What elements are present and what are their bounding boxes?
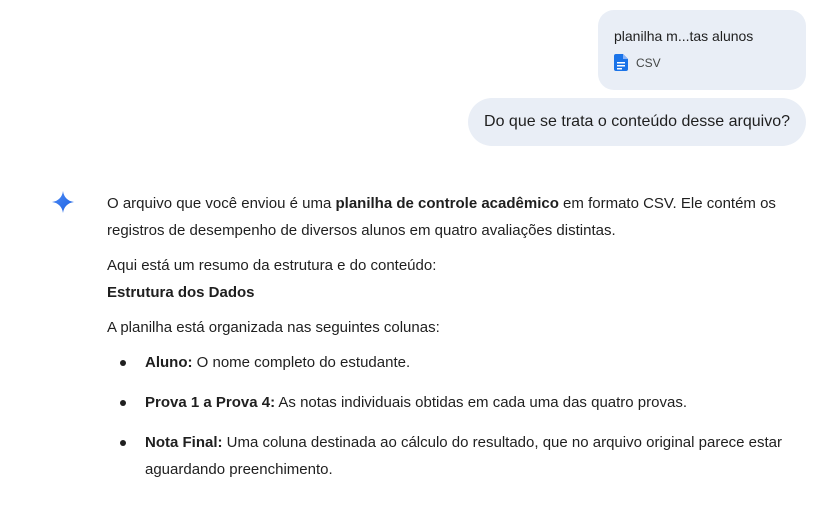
chat-page: planilha m...tas alunos CSV Do que se tr…	[0, 0, 820, 523]
assistant-response: O arquivo que você enviou é uma planilha…	[107, 190, 797, 496]
columns-list: Aluno: O nome completo do estudante. Pro…	[107, 349, 797, 483]
column-description: As notas individuais obtidas em cada uma…	[275, 394, 687, 411]
gemini-sparkle-icon	[52, 191, 74, 213]
response-summary-line: Aqui está um resumo da estrutura e do co…	[107, 257, 437, 274]
attachment-chip[interactable]: planilha m...tas alunos CSV	[598, 10, 806, 90]
response-intro-paragraph: O arquivo que você enviou é uma planilha…	[107, 190, 797, 244]
column-description: O nome completo do estudante.	[192, 354, 411, 371]
list-item: Aluno: O nome completo do estudante.	[107, 349, 797, 376]
section-intro: A planilha está organizada nas seguintes…	[107, 319, 440, 336]
column-label: Prova 1 a Prova 4:	[145, 394, 276, 411]
list-item: Nota Final: Uma coluna destinada ao cálc…	[107, 429, 797, 483]
bullet-icon	[120, 400, 126, 406]
column-label: Aluno:	[145, 354, 193, 371]
bullet-icon	[120, 360, 126, 366]
section-heading: Estrutura dos Dados	[107, 284, 255, 301]
column-description: Uma coluna destinada ao cálculo do resul…	[145, 434, 783, 478]
google-doc-file-icon	[614, 54, 628, 71]
user-message-bubble: Do que se trata o conteúdo desse arquivo…	[468, 98, 806, 146]
intro-bold-term: planilha de controle acadêmico	[335, 195, 559, 212]
attachment-type-row: CSV	[614, 54, 806, 71]
attachment-file-name: planilha m...tas alunos	[614, 28, 754, 44]
intro-text-prefix: O arquivo que você enviou é uma	[107, 195, 336, 212]
column-label: Nota Final:	[145, 434, 223, 451]
bullet-icon	[120, 440, 126, 446]
attachment-file-type: CSV	[636, 55, 661, 70]
list-item: Prova 1 a Prova 4: As notas individuais …	[107, 389, 797, 416]
